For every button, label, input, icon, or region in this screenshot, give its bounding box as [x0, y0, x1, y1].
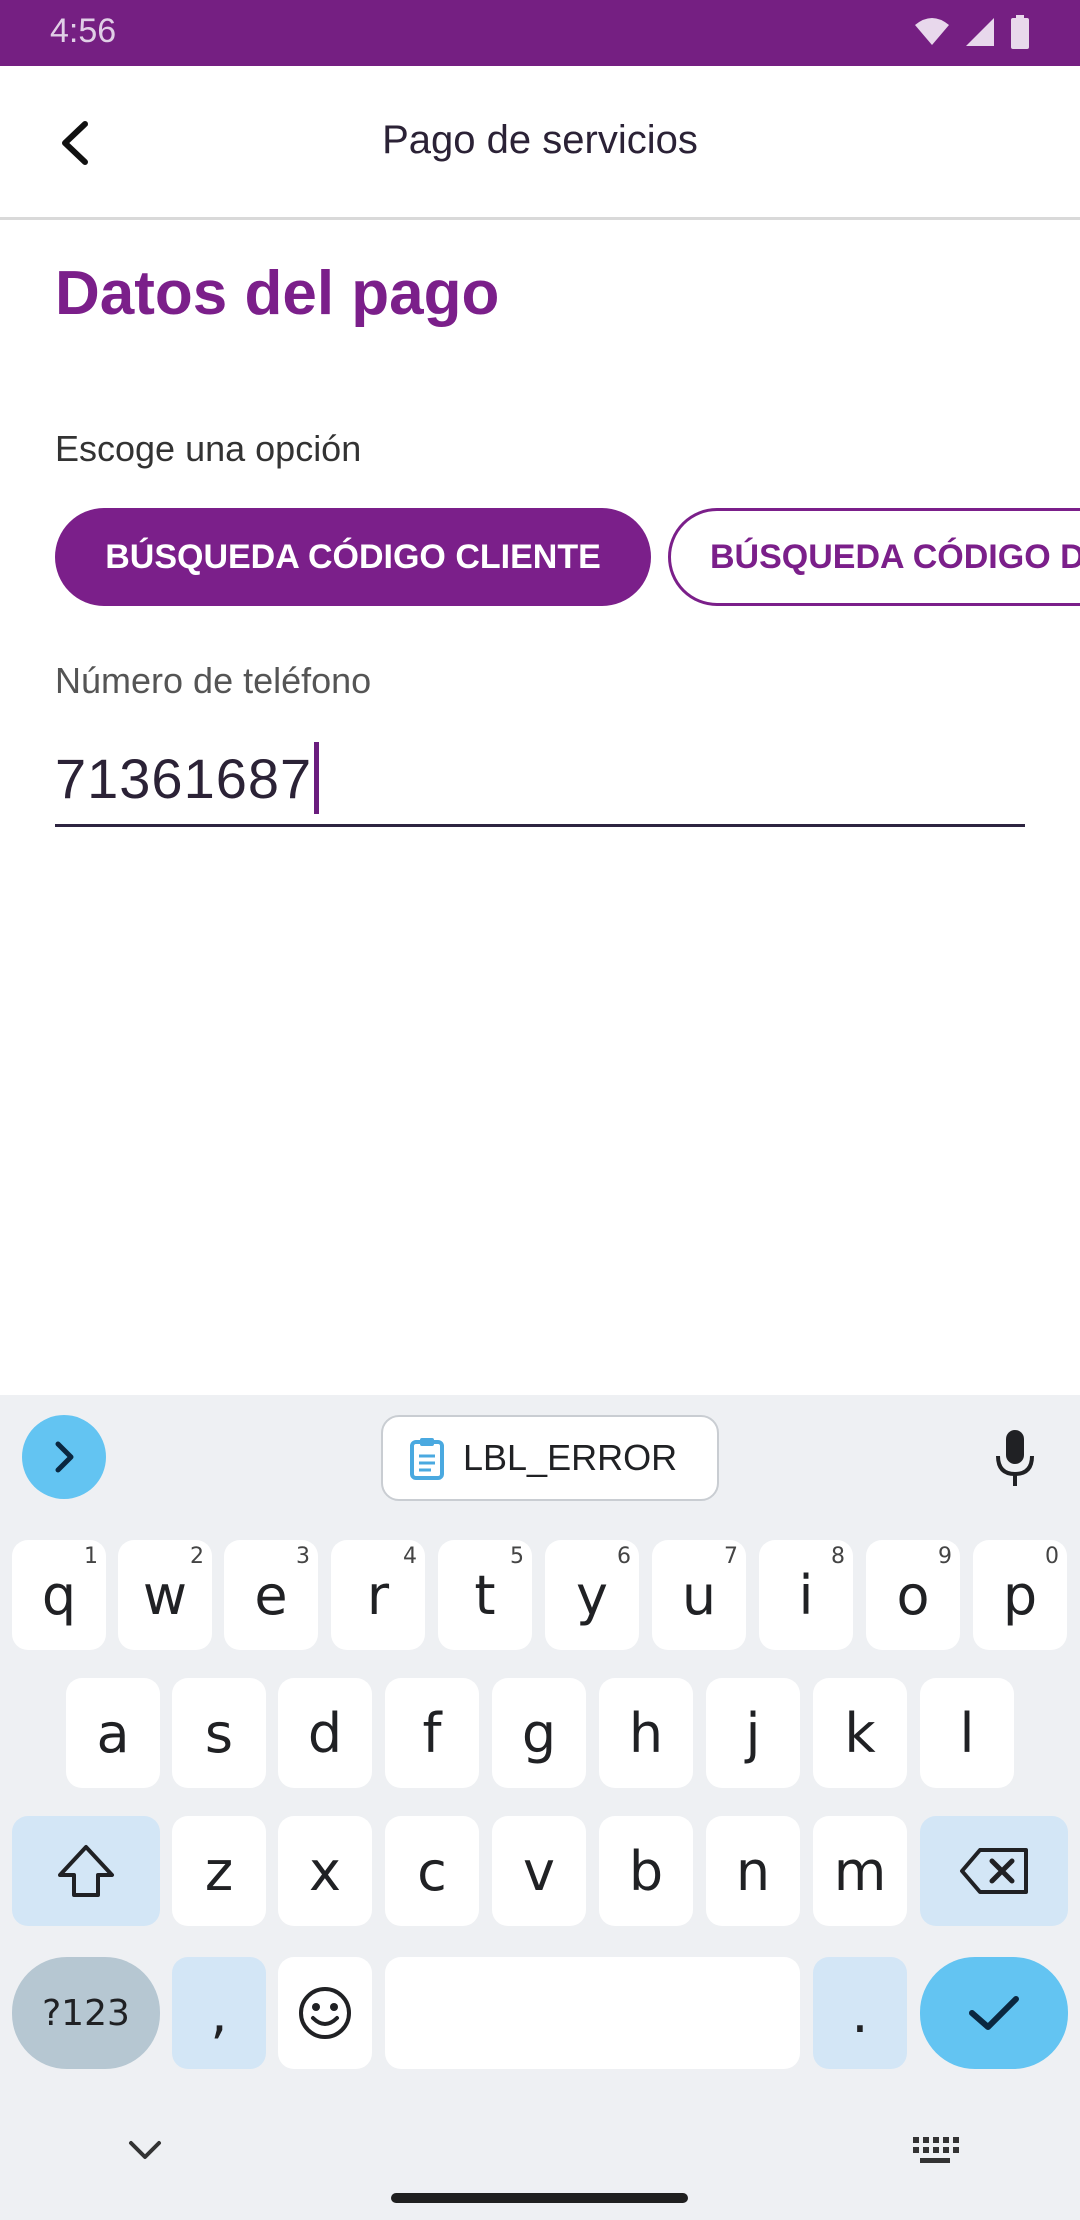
keyboard-toolbar: LBL_ERROR — [0, 1395, 1080, 1515]
microphone-icon — [996, 1430, 1034, 1486]
key-label: t — [474, 1563, 496, 1627]
key-h[interactable]: h — [599, 1678, 693, 1788]
key-y[interactable]: y6 — [545, 1540, 639, 1650]
key-f[interactable]: f — [385, 1678, 479, 1788]
comma-key[interactable]: , — [172, 1957, 266, 2069]
search-option-chips: BÚSQUEDA CÓDIGO CLIENTE BÚSQUEDA CÓDIGO … — [55, 508, 1080, 606]
emoji-icon — [299, 1987, 351, 2039]
key-j[interactable]: j — [706, 1678, 800, 1788]
key-p[interactable]: p0 — [973, 1540, 1067, 1650]
key-label: r — [366, 1563, 390, 1627]
key-x[interactable]: x — [278, 1816, 372, 1926]
key-u[interactable]: u7 — [652, 1540, 746, 1650]
backspace-key[interactable] — [920, 1816, 1068, 1926]
key-label: u — [681, 1563, 717, 1627]
done-key[interactable] — [920, 1957, 1068, 2069]
key-hint: 5 — [510, 1544, 524, 1569]
text-caret — [314, 742, 320, 814]
key-hint: 3 — [296, 1544, 310, 1569]
shift-icon — [58, 1845, 114, 1897]
chip-busqueda-codigo-cliente[interactable]: BÚSQUEDA CÓDIGO CLIENTE — [55, 508, 651, 606]
key-label: e — [254, 1563, 288, 1627]
key-label: y — [576, 1563, 608, 1627]
key-hint: 2 — [190, 1544, 204, 1569]
status-icons — [914, 14, 1030, 50]
chip-busqueda-codigo-d[interactable]: BÚSQUEDA CÓDIGO D — [668, 508, 1080, 606]
key-label: i — [798, 1563, 814, 1627]
key-d[interactable]: d — [278, 1678, 372, 1788]
key-v[interactable]: v — [492, 1816, 586, 1926]
key-hint: 9 — [938, 1544, 952, 1569]
key-k[interactable]: k — [813, 1678, 907, 1788]
home-indicator[interactable] — [391, 2193, 688, 2203]
status-time: 4:56 — [50, 12, 117, 50]
key-a[interactable]: a — [66, 1678, 160, 1788]
key-n[interactable]: n — [706, 1816, 800, 1926]
section-title: Datos del pago — [55, 259, 500, 328]
key-i[interactable]: i8 — [759, 1540, 853, 1650]
key-e[interactable]: e3 — [224, 1540, 318, 1650]
key-w[interactable]: w2 — [118, 1540, 212, 1650]
phone-number-field[interactable]: 71361687 — [55, 732, 1025, 827]
key-b[interactable]: b — [599, 1816, 693, 1926]
key-s[interactable]: s — [172, 1678, 266, 1788]
app-bar: Pago de servicios — [0, 66, 1080, 220]
key-o[interactable]: o9 — [866, 1540, 960, 1650]
key-g[interactable]: g — [492, 1678, 586, 1788]
key-label: q — [41, 1563, 77, 1627]
key-label: p — [1002, 1563, 1038, 1627]
keyboard-switch-icon[interactable] — [910, 2131, 960, 2171]
keyboard-expand-button[interactable] — [22, 1415, 106, 1499]
key-t[interactable]: t5 — [438, 1540, 532, 1650]
key-hint: 0 — [1045, 1544, 1059, 1569]
key-hint: 1 — [84, 1544, 98, 1569]
key-label: o — [896, 1563, 930, 1627]
key-hint: 6 — [617, 1544, 631, 1569]
key-q[interactable]: q1 — [12, 1540, 106, 1650]
backspace-icon — [960, 1848, 1028, 1894]
key-z[interactable]: z — [172, 1816, 266, 1926]
key-l[interactable]: l — [920, 1678, 1014, 1788]
key-m[interactable]: m — [813, 1816, 907, 1926]
period-key[interactable]: . — [813, 1957, 907, 2069]
battery-icon — [1011, 15, 1029, 49]
key-label: w — [142, 1563, 188, 1627]
voice-input-button[interactable] — [985, 1425, 1045, 1491]
navigation-bar — [0, 2105, 1080, 2220]
space-key[interactable] — [385, 1957, 800, 2069]
clipboard-suggestion-text: LBL_ERROR — [463, 1437, 678, 1478]
clipboard-suggestion-chip[interactable]: LBL_ERROR — [381, 1415, 719, 1501]
checkmark-icon — [969, 1996, 1019, 2030]
wifi-icon — [915, 18, 949, 45]
screen: 4:56 Pago de servicios Datos del pago Es… — [0, 0, 1080, 2220]
phone-field-label: Número de teléfono — [55, 660, 372, 701]
signal-icon — [966, 18, 994, 46]
phone-number-value: 71361687 — [55, 746, 313, 810]
hide-keyboard-chevron-icon[interactable] — [125, 2131, 165, 2171]
chevron-right-icon — [55, 1441, 74, 1473]
clipboard-icon — [410, 1438, 444, 1480]
key-c[interactable]: c — [385, 1816, 479, 1926]
key-hint: 4 — [403, 1544, 417, 1569]
key-hint: 8 — [831, 1544, 845, 1569]
soft-keyboard: LBL_ERROR q1 w2 e3 r4 t5 y6 u7 i8 o9 p0 … — [0, 1395, 1080, 2220]
emoji-key[interactable] — [278, 1957, 372, 2069]
page-title: Pago de servicios — [382, 118, 698, 162]
key-r[interactable]: r4 — [331, 1540, 425, 1650]
status-bar: 4:56 — [0, 0, 1080, 66]
option-label: Escoge una opción — [55, 428, 362, 469]
shift-key[interactable] — [12, 1816, 160, 1926]
symbols-key[interactable]: ?123 — [12, 1957, 160, 2069]
key-hint: 7 — [724, 1544, 738, 1569]
